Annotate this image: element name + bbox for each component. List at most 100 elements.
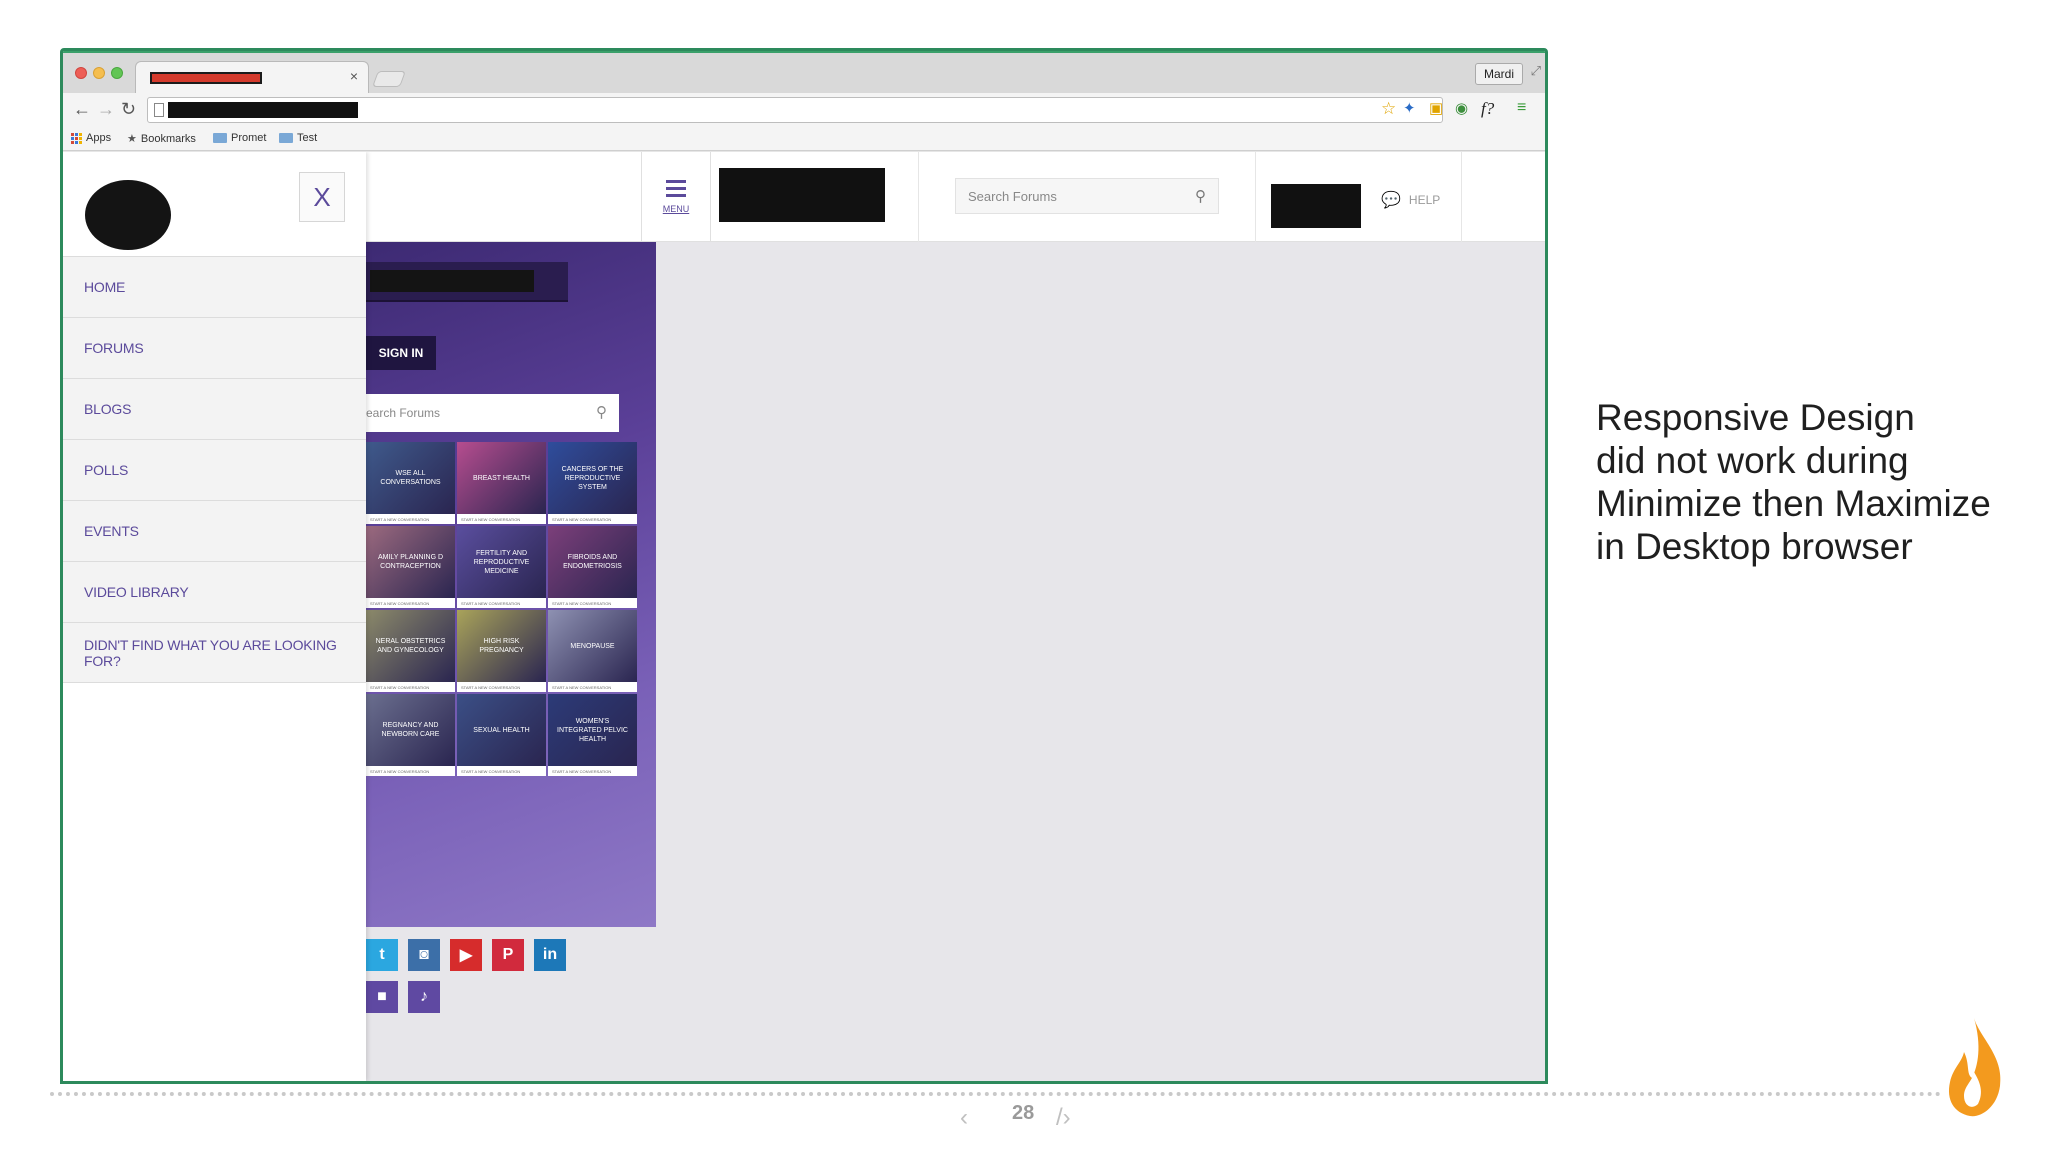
- youtube-icon[interactable]: ▶: [450, 939, 482, 971]
- folder-icon: [279, 133, 293, 143]
- close-window-button[interactable]: [75, 67, 87, 79]
- site-logo-redacted[interactable]: [719, 168, 885, 222]
- bookmark-promet[interactable]: Promet: [213, 132, 266, 144]
- hero-title-redacted: [370, 270, 534, 292]
- folder-icon: [213, 133, 227, 143]
- next-slide-icon[interactable]: /›: [1056, 1104, 1071, 1132]
- fullscreen-icon[interactable]: ⤢: [1531, 63, 1541, 79]
- tab-close-icon[interactable]: ×: [350, 68, 358, 84]
- chat-bubbles-icon: 💬: [1381, 192, 1401, 209]
- start-conversation-link[interactable]: START A NEW CONVERSATION: [461, 769, 520, 774]
- forum-tile[interactable]: CANCERS OF THE REPRODUCTIVE SYSTEM START …: [548, 442, 637, 524]
- bookmark-star-icon[interactable]: ☆: [1381, 99, 1396, 119]
- bookmark-apps[interactable]: Apps: [71, 132, 111, 144]
- profile-button[interactable]: Mardi: [1474, 63, 1523, 85]
- header-divider: [1255, 152, 1256, 242]
- page-icon: [154, 103, 164, 117]
- start-conversation-link[interactable]: START A NEW CONVERSATION: [461, 517, 520, 522]
- sidebar-item[interactable]: EVENTS: [63, 500, 366, 561]
- bookmark-bookmarks-label: Bookmarks: [140, 132, 196, 145]
- minimize-window-button[interactable]: [93, 67, 105, 79]
- podcast-icon[interactable]: ♪: [408, 981, 440, 1013]
- help-link[interactable]: 💬 HELP: [1381, 190, 1440, 210]
- start-conversation-link[interactable]: START A NEW CONVERSATION: [370, 685, 429, 690]
- instagram-icon[interactable]: ◙: [408, 939, 440, 971]
- search-forums-field[interactable]: Search Forums ⚲: [955, 178, 1219, 214]
- start-conversation-link[interactable]: START A NEW CONVERSATION: [370, 517, 429, 522]
- bookmarks-bar: Apps ★ Bookmarks Promet Test: [63, 127, 1545, 151]
- header-divider: [918, 152, 919, 242]
- start-conversation-link[interactable]: START A NEW CONVERSATION: [552, 685, 611, 690]
- sidebar-item[interactable]: BLOGS: [63, 378, 366, 439]
- video-icon[interactable]: ■: [366, 981, 398, 1013]
- forum-tile[interactable]: FIBROIDS AND ENDOMETRIOSIS START A NEW CO…: [548, 526, 637, 608]
- social-links: t ◙ ▶ Pin ■ ♪: [366, 939, 566, 1013]
- forum-tile[interactable]: HIGH RISK PREGNANCY START A NEW CONVERSAT…: [457, 610, 546, 692]
- forum-tile-label: FIBROIDS AND ENDOMETRIOSIS: [548, 526, 637, 598]
- url-redacted: [168, 102, 358, 118]
- forum-tile-label: SEXUAL HEALTH: [457, 694, 546, 766]
- slide-caption: Responsive Design did not work during Mini…: [1596, 396, 2016, 568]
- browser-frame: × Mardi ⤢ ← → ↻ ☆ ✦ ▣ ◉ f? ≡ Apps ★ Book…: [63, 51, 1545, 1081]
- forum-tile[interactable]: WOMEN'S INTEGRATED PELVIC HEALTH START A …: [548, 694, 637, 776]
- account-redacted[interactable]: [1271, 184, 1361, 228]
- bookmark-test[interactable]: Test: [279, 132, 317, 144]
- maximize-window-button[interactable]: [111, 67, 123, 79]
- logo-redacted: [85, 180, 171, 250]
- search-icon[interactable]: ⚲: [1195, 187, 1206, 205]
- extension-person-icon[interactable]: ✦: [1403, 99, 1416, 117]
- sidebar-item[interactable]: FORUMS: [63, 317, 366, 378]
- forum-tile[interactable]: AMILY PLANNING D CONTRACEPTION START A NE…: [366, 526, 455, 608]
- forum-tile[interactable]: BREAST HEALTH START A NEW CONVERSATION: [457, 442, 546, 524]
- forum-tile-label: REGNANCY AND NEWBORN CARE: [366, 694, 455, 766]
- search-icon[interactable]: ⚲: [596, 403, 607, 421]
- close-menu-button[interactable]: X: [299, 172, 345, 222]
- extension-globe-icon[interactable]: ◉: [1455, 99, 1468, 117]
- tab-strip: × Mardi ⤢: [63, 53, 1545, 93]
- sidebar-item[interactable]: POLLS: [63, 439, 366, 500]
- start-conversation-link[interactable]: START A NEW CONVERSATION: [552, 517, 611, 522]
- hero-title-bar: [366, 262, 568, 302]
- forward-icon[interactable]: →: [97, 99, 115, 120]
- start-conversation-link[interactable]: START A NEW CONVERSATION: [552, 601, 611, 606]
- hamburger-icon: [666, 180, 686, 201]
- address-bar[interactable]: [147, 97, 1443, 123]
- menu-label: MENU: [662, 204, 690, 214]
- forum-tile-label: CANCERS OF THE REPRODUCTIVE SYSTEM: [548, 442, 637, 514]
- start-conversation-link[interactable]: START A NEW CONVERSATION: [370, 601, 429, 606]
- forum-tile[interactable]: WSE ALL CONVERSATIONS START A NEW CONVERS…: [366, 442, 455, 524]
- previous-slide-icon[interactable]: ‹: [960, 1104, 968, 1132]
- new-tab-button[interactable]: [372, 71, 406, 87]
- browser-toolbar: ← → ↻ ☆ ✦ ▣ ◉ f? ≡: [63, 93, 1545, 127]
- back-icon[interactable]: ←: [73, 99, 91, 120]
- sidebar-item[interactable]: VIDEO LIBRARY: [63, 561, 366, 622]
- forum-tile[interactable]: MENOPAUSE START A NEW CONVERSATION: [548, 610, 637, 692]
- bookmark-test-label: Test: [297, 132, 318, 144]
- sidebar-item[interactable]: DIDN'T FIND WHAT YOU ARE LOOKING FOR?: [63, 622, 366, 683]
- sidebar-item[interactable]: HOME: [63, 256, 366, 317]
- extension-card-icon[interactable]: ▣: [1429, 99, 1443, 117]
- side-navigation: X HOME FORUMS BLOGS POLLS EVENTS VIDEO LIBRAR…: [63, 152, 366, 1081]
- menu-button[interactable]: MENU: [641, 152, 711, 242]
- browser-tab[interactable]: ×: [135, 61, 369, 93]
- bookmark-apps-label: Apps: [86, 132, 112, 144]
- start-conversation-link[interactable]: START A NEW CONVERSATION: [461, 685, 520, 690]
- start-conversation-link[interactable]: START A NEW CONVERSATION: [370, 769, 429, 774]
- pinterest-icon[interactable]: P: [492, 939, 524, 971]
- sign-in-button[interactable]: SIGN IN: [366, 336, 436, 370]
- slide-pager: ‹ 28 /›: [960, 1100, 1090, 1132]
- forum-tile[interactable]: FERTILITY AND REPRODUCTIVE MEDICINE START…: [457, 526, 546, 608]
- start-conversation-link[interactable]: START A NEW CONVERSATION: [461, 601, 520, 606]
- menu-icon[interactable]: ≡: [1517, 99, 1526, 117]
- linkedin-icon[interactable]: in: [534, 939, 566, 971]
- forum-tile[interactable]: NERAL OBSTETRICS AND GYNECOLOGY START A N…: [366, 610, 455, 692]
- reload-icon[interactable]: ↻: [121, 99, 136, 120]
- twitter-icon[interactable]: t: [366, 939, 398, 971]
- flame-logo-icon: [1948, 1018, 2001, 1117]
- hero-search-field[interactable]: earch Forums ⚲: [366, 394, 619, 432]
- extension-fx-icon[interactable]: f?: [1481, 99, 1494, 119]
- forum-tile[interactable]: SEXUAL HEALTH START A NEW CONVERSATION: [457, 694, 546, 776]
- forum-tile[interactable]: REGNANCY AND NEWBORN CARE START A NEW CON…: [366, 694, 455, 776]
- bookmark-bookmarks[interactable]: ★ Bookmarks: [127, 132, 196, 146]
- start-conversation-link[interactable]: START A NEW CONVERSATION: [552, 769, 611, 774]
